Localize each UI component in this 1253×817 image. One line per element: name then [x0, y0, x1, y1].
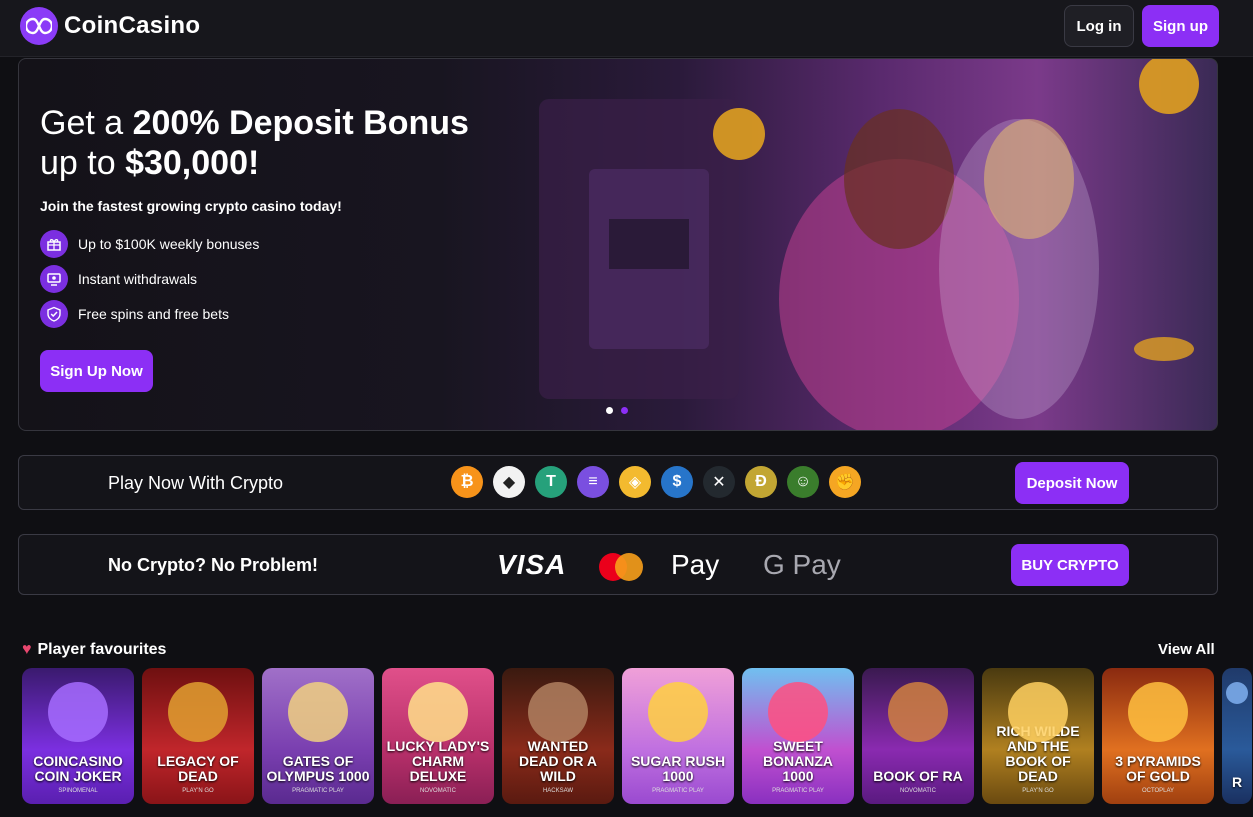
hero-title-prefix: Get a: [40, 104, 133, 142]
usdc-icon[interactable]: $: [661, 466, 693, 498]
bonk-icon[interactable]: ✊: [829, 466, 861, 498]
feature-label: Free spins and free bets: [78, 306, 229, 322]
hero-title: Get a 200% Deposit Bonus up to $30,000!: [40, 103, 469, 183]
game-title: COINCASINO COIN JOKER: [33, 753, 123, 784]
google-pay-logo-icon: G Pay: [763, 549, 841, 580]
game-provider: PRAGMATIC PLAY: [292, 788, 344, 794]
feature-label: Up to $100K weekly bonuses: [78, 236, 260, 252]
feature-instant-withdrawals: Instant withdrawals: [40, 265, 197, 293]
bitcoin-icon[interactable]: ₿: [451, 466, 483, 498]
visa-logo-icon: VISA: [497, 549, 567, 580]
buy-crypto-button[interactable]: BUY CRYPTO: [1011, 544, 1129, 586]
hero-title-bold: 200% Deposit Bonus: [132, 104, 469, 142]
game-artwork: [1008, 682, 1068, 742]
game-artwork: [168, 682, 228, 742]
game-artwork: [888, 682, 948, 742]
solana-icon[interactable]: ≡: [577, 466, 609, 498]
hero-title-line2-prefix: up to: [40, 144, 126, 182]
game-title: SUGAR RUSH 1000: [630, 753, 726, 784]
xrp-icon[interactable]: ✕: [703, 466, 735, 498]
tether-icon[interactable]: T: [535, 466, 567, 498]
game-title: LEGACY OF DEAD: [157, 753, 239, 784]
game-artwork: [528, 682, 588, 742]
sign-up-now-button[interactable]: Sign Up Now: [40, 350, 153, 392]
gift-icon: [40, 230, 68, 258]
feature-free-spins: Free spins and free bets: [40, 300, 229, 328]
fiat-panel-label: No Crypto? No Problem!: [108, 555, 318, 575]
hero-illustration: [539, 59, 1199, 430]
game-artwork: [648, 682, 708, 742]
feature-label: Instant withdrawals: [78, 271, 198, 287]
signup-button[interactable]: Sign up: [1142, 5, 1219, 47]
view-all-link[interactable]: View All: [1158, 641, 1215, 658]
game-title: WANTED DEAD OR A WILD: [518, 738, 598, 784]
game-artwork: [48, 682, 108, 742]
dogecoin-icon[interactable]: Ð: [745, 466, 777, 498]
game-carousel: COINCASINO COIN JOKER SPINOMENAL LEGACY OF…: [22, 668, 1252, 804]
game-title: GATES OF OLYMPUS 1000: [266, 753, 370, 784]
apple-pay-logo-icon: Pay: [671, 549, 720, 580]
game-tile[interactable]: 3 PYRAMIDS OF GOLD OCTOPLAY: [1102, 668, 1214, 804]
game-tile[interactable]: GATES OF OLYMPUS 1000 PRAGMATIC PLAY: [262, 668, 374, 804]
game-provider: NOVOMATIC: [900, 788, 936, 794]
fiat-panel: No Crypto? No Problem! VISA Pay G Pay BU…: [18, 534, 1218, 595]
carousel-dots: [606, 407, 628, 414]
game-tile[interactable]: LEGACY OF DEAD PLAY'N GO: [142, 668, 254, 804]
carousel-dot-2[interactable]: [621, 407, 628, 414]
mastercard-logo-icon: [599, 553, 643, 581]
game-title: BOOK OF RA: [873, 768, 963, 784]
game-tile[interactable]: BOOK OF RA NOVOMATIC: [862, 668, 974, 804]
game-provider: PRAGMATIC PLAY: [772, 788, 824, 794]
favourites-heading: ♥ Player favourites: [22, 641, 166, 659]
game-provider: PLAY'N GO: [182, 788, 214, 794]
game-provider: PLAY'N GO: [1022, 788, 1054, 794]
game-title: LUCKY LADY'S CHARM DELUXE: [386, 738, 490, 784]
game-tile[interactable]: SWEET BONANZA 1000 PRAGMATIC PLAY: [742, 668, 854, 804]
login-button[interactable]: Log in: [1064, 5, 1134, 47]
game-artwork: [768, 682, 828, 742]
brand-name: CoinCasino: [64, 12, 201, 39]
game-provider: SPINOMENAL: [58, 788, 98, 794]
game-artwork: [288, 682, 348, 742]
bnb-icon[interactable]: ◈: [619, 466, 651, 498]
crypto-panel-label: Play Now With Crypto: [108, 473, 284, 493]
game-tile[interactable]: R: [1222, 668, 1252, 804]
game-title: SWEET BONANZA 1000: [763, 738, 833, 784]
hero-subtitle: Join the fastest growing crypto casino t…: [40, 198, 342, 214]
game-provider: PRAGMATIC PLAY: [652, 788, 704, 794]
game-artwork: [1128, 682, 1188, 742]
game-tile[interactable]: SUGAR RUSH 1000 PRAGMATIC PLAY: [622, 668, 734, 804]
top-bar: CoinCasino Log in Sign up: [0, 0, 1253, 57]
game-provider: OCTOPLAY: [1141, 788, 1175, 794]
carousel-dot-1[interactable]: [606, 407, 613, 414]
game-artwork: [408, 682, 468, 742]
game-title: 3 PYRAMIDS OF GOLD: [1115, 753, 1201, 784]
heart-icon: ♥: [22, 641, 32, 658]
game-provider: NOVOMATIC: [420, 788, 456, 794]
game-tile[interactable]: RICH WILDE AND THE BOOK OF DEADPLAY'N GO: [982, 668, 1094, 804]
pepe-icon[interactable]: ☺: [787, 466, 819, 498]
coincasino-logo-icon: [20, 7, 58, 45]
deposit-now-button[interactable]: Deposit Now: [1015, 462, 1129, 504]
game-artwork: [1226, 682, 1248, 704]
game-provider: HACKSAW: [542, 788, 574, 794]
feature-weekly-bonuses: Up to $100K weekly bonuses: [40, 230, 259, 258]
hero-banner: Get a 200% Deposit Bonus up to $30,000! …: [18, 58, 1218, 431]
hero-title-line2-bold: $30,000!: [125, 144, 260, 182]
withdraw-icon: [40, 265, 68, 293]
game-tile[interactable]: COINCASINO COIN JOKER SPINOMENAL: [22, 668, 134, 804]
crypto-panel: Play Now With Crypto ₿ ◆ T ≡ ◈ $ ✕ Ð ☺ ✊ Deposit …: [18, 455, 1218, 510]
shield-check-icon: [40, 300, 68, 328]
game-tile[interactable]: LUCKY LADY'S CHARM DELUXE NOVOMATIC: [382, 668, 494, 804]
game-title: R: [1231, 774, 1243, 790]
crypto-coin-list: ₿ ◆ T ≡ ◈ $ ✕ Ð ☺ ✊: [451, 466, 861, 498]
ethereum-icon[interactable]: ◆: [493, 466, 525, 498]
favourites-title: Player favourites: [37, 641, 167, 658]
game-tile[interactable]: WANTED DEAD OR A WILD HACKSAW: [502, 668, 614, 804]
brand-logo[interactable]: CoinCasino: [20, 7, 200, 45]
